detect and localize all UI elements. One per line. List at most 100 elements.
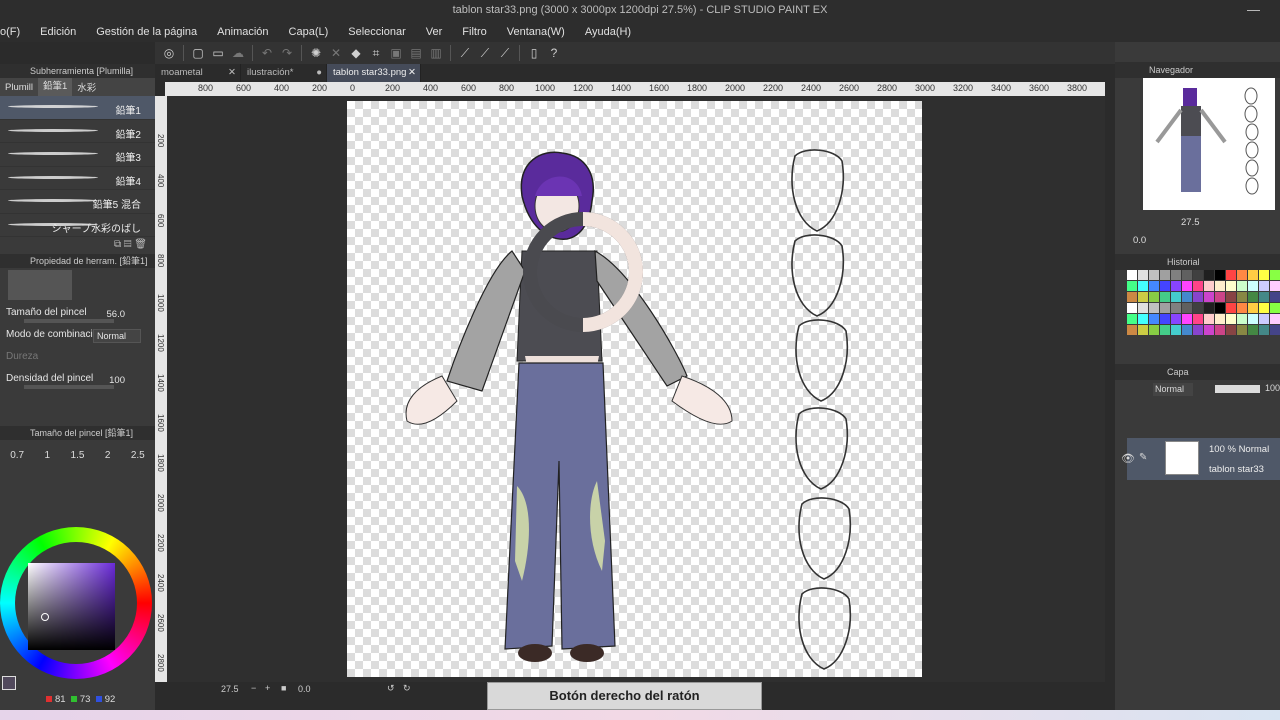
color-swatch[interactable] — [1270, 325, 1280, 335]
color-swatch[interactable] — [1149, 303, 1159, 313]
color-swatch[interactable] — [1204, 325, 1214, 335]
color-swatch[interactable] — [1237, 303, 1247, 313]
color-swatch[interactable] — [1270, 281, 1280, 291]
color-swatch[interactable] — [1193, 292, 1203, 302]
menu-help[interactable]: Ayuda(H) — [585, 26, 631, 38]
layer-name[interactable]: tablon star33 — [1209, 464, 1264, 475]
color-swatch[interactable] — [1138, 314, 1148, 324]
color-swatch[interactable] — [1171, 281, 1181, 291]
color-swatch[interactable] — [1248, 270, 1258, 280]
color-swatch[interactable] — [1171, 314, 1181, 324]
color-swatch[interactable] — [1215, 303, 1225, 313]
color-swatch[interactable] — [1160, 314, 1170, 324]
color-swatch[interactable] — [1215, 314, 1225, 324]
add-subtool-icon[interactable]: ▤ — [124, 239, 132, 250]
menu-filter[interactable]: Filtro — [462, 26, 486, 38]
color-swatch[interactable] — [1182, 314, 1192, 324]
color-swatch[interactable] — [1248, 325, 1258, 335]
color-swatch[interactable] — [1248, 303, 1258, 313]
color-swatch[interactable] — [1182, 281, 1192, 291]
color-swatch[interactable] — [1226, 270, 1236, 280]
color-swatch[interactable] — [1193, 281, 1203, 291]
color-swatch[interactable] — [1182, 303, 1192, 313]
color-swatch[interactable] — [1171, 303, 1181, 313]
tab-tablon-star33[interactable]: tablon star33.png ✕ — [327, 64, 421, 82]
help-icon[interactable]: ? — [546, 45, 562, 61]
color-swatch[interactable] — [1127, 292, 1137, 302]
layer-opacity-slider[interactable] — [1215, 385, 1260, 393]
menu-page-management[interactable]: Gestión de la página — [96, 26, 197, 38]
color-swatch[interactable] — [1237, 281, 1247, 291]
color-swatch[interactable] — [1171, 270, 1181, 280]
tab-pencil[interactable]: 鉛筆1 — [37, 78, 73, 96]
color-swatch[interactable] — [1138, 303, 1148, 313]
color-swatch[interactable] — [1270, 303, 1280, 313]
color-swatch[interactable] — [1215, 281, 1225, 291]
layer-row[interactable]: 👁 ✎ 100 % Normal tablon star33 — [1121, 438, 1280, 480]
tab-watercolor[interactable]: 水彩 — [72, 80, 101, 94]
settings-icon[interactable]: ▯ — [526, 45, 542, 61]
new-file-icon[interactable]: ▢ — [190, 45, 206, 61]
color-swatch[interactable] — [1182, 325, 1192, 335]
tab-moametal[interactable]: moametal ✕ — [155, 64, 241, 82]
color-swatch[interactable] — [1215, 270, 1225, 280]
color-swatch[interactable] — [1237, 292, 1247, 302]
density-row[interactable]: Densidad del pincel 100 — [0, 370, 155, 392]
color-swatch[interactable] — [1193, 270, 1203, 280]
color-swatch[interactable] — [1149, 270, 1159, 280]
fit-icon[interactable]: ■ — [281, 683, 286, 693]
ruler-snap-icon[interactable]: ⟋ — [457, 45, 473, 61]
visibility-eye-icon[interactable]: 👁 — [1121, 452, 1135, 465]
color-swatch[interactable] — [1215, 292, 1225, 302]
color-swatch[interactable] — [1149, 325, 1159, 335]
brush-item[interactable]: 鉛筆5 混合 — [0, 190, 155, 214]
color-swatch[interactable] — [1237, 270, 1247, 280]
color-swatch[interactable] — [1127, 270, 1137, 280]
brush-item[interactable]: 鉛筆3 — [0, 143, 155, 167]
angle-value[interactable]: 0.0 — [298, 684, 311, 694]
color-swatch[interactable] — [1193, 303, 1203, 313]
color-swatch[interactable] — [1182, 292, 1192, 302]
save-icon[interactable]: ☁ — [230, 45, 246, 61]
size-preset[interactable]: 0.7 — [10, 450, 24, 484]
deselect-icon[interactable]: ▣ — [388, 45, 404, 61]
color-swatch[interactable] — [1182, 270, 1192, 280]
size-preset[interactable]: 1 — [45, 450, 51, 484]
rotate-right-icon[interactable]: ↻ — [403, 683, 411, 694]
color-swatch[interactable] — [1127, 281, 1137, 291]
color-swatch[interactable] — [1259, 292, 1269, 302]
color-picker-handle[interactable] — [41, 613, 49, 621]
menu-select[interactable]: Seleccionar — [348, 26, 405, 38]
zoom-in-icon[interactable]: + — [265, 683, 270, 693]
loading-icon[interactable]: ✺ — [308, 45, 324, 61]
color-swatch[interactable] — [1270, 270, 1280, 280]
color-swatch[interactable] — [1226, 314, 1236, 324]
tab-ilustracion[interactable]: ilustración* ● — [241, 64, 327, 82]
brush-item[interactable]: 鉛筆2 — [0, 120, 155, 143]
color-swatch[interactable] — [1160, 292, 1170, 302]
color-swatch[interactable] — [1237, 325, 1247, 335]
color-swatch[interactable] — [1204, 303, 1214, 313]
clip-studio-icon[interactable]: ◎ — [161, 45, 177, 61]
color-swatch[interactable] — [1259, 303, 1269, 313]
saturation-value-square[interactable] — [28, 563, 115, 650]
color-swatch[interactable] — [1237, 314, 1247, 324]
menu-layer[interactable]: Capa(L) — [289, 26, 329, 38]
color-swatch[interactable] — [1259, 281, 1269, 291]
color-swatch[interactable] — [1171, 292, 1181, 302]
menu-animation[interactable]: Animación — [217, 26, 268, 38]
special-ruler-snap-icon[interactable]: ⟋ — [477, 45, 493, 61]
size-preset[interactable]: 2 — [105, 450, 111, 484]
menu-window[interactable]: Ventana(W) — [507, 26, 565, 38]
color-swatch[interactable] — [1259, 314, 1269, 324]
zoom-value[interactable]: 27.5 — [221, 684, 239, 694]
color-set-palette[interactable] — [1127, 270, 1280, 358]
color-swatch[interactable] — [1160, 325, 1170, 335]
rotate-left-icon[interactable]: ↺ — [387, 683, 395, 694]
color-swatch[interactable] — [1149, 281, 1159, 291]
size-preset[interactable]: 1.5 — [71, 450, 85, 484]
color-swatch[interactable] — [1160, 270, 1170, 280]
menu-edit[interactable]: Edición — [40, 26, 76, 38]
crop-icon[interactable]: ▥ — [428, 45, 444, 61]
color-swatch[interactable] — [1138, 292, 1148, 302]
